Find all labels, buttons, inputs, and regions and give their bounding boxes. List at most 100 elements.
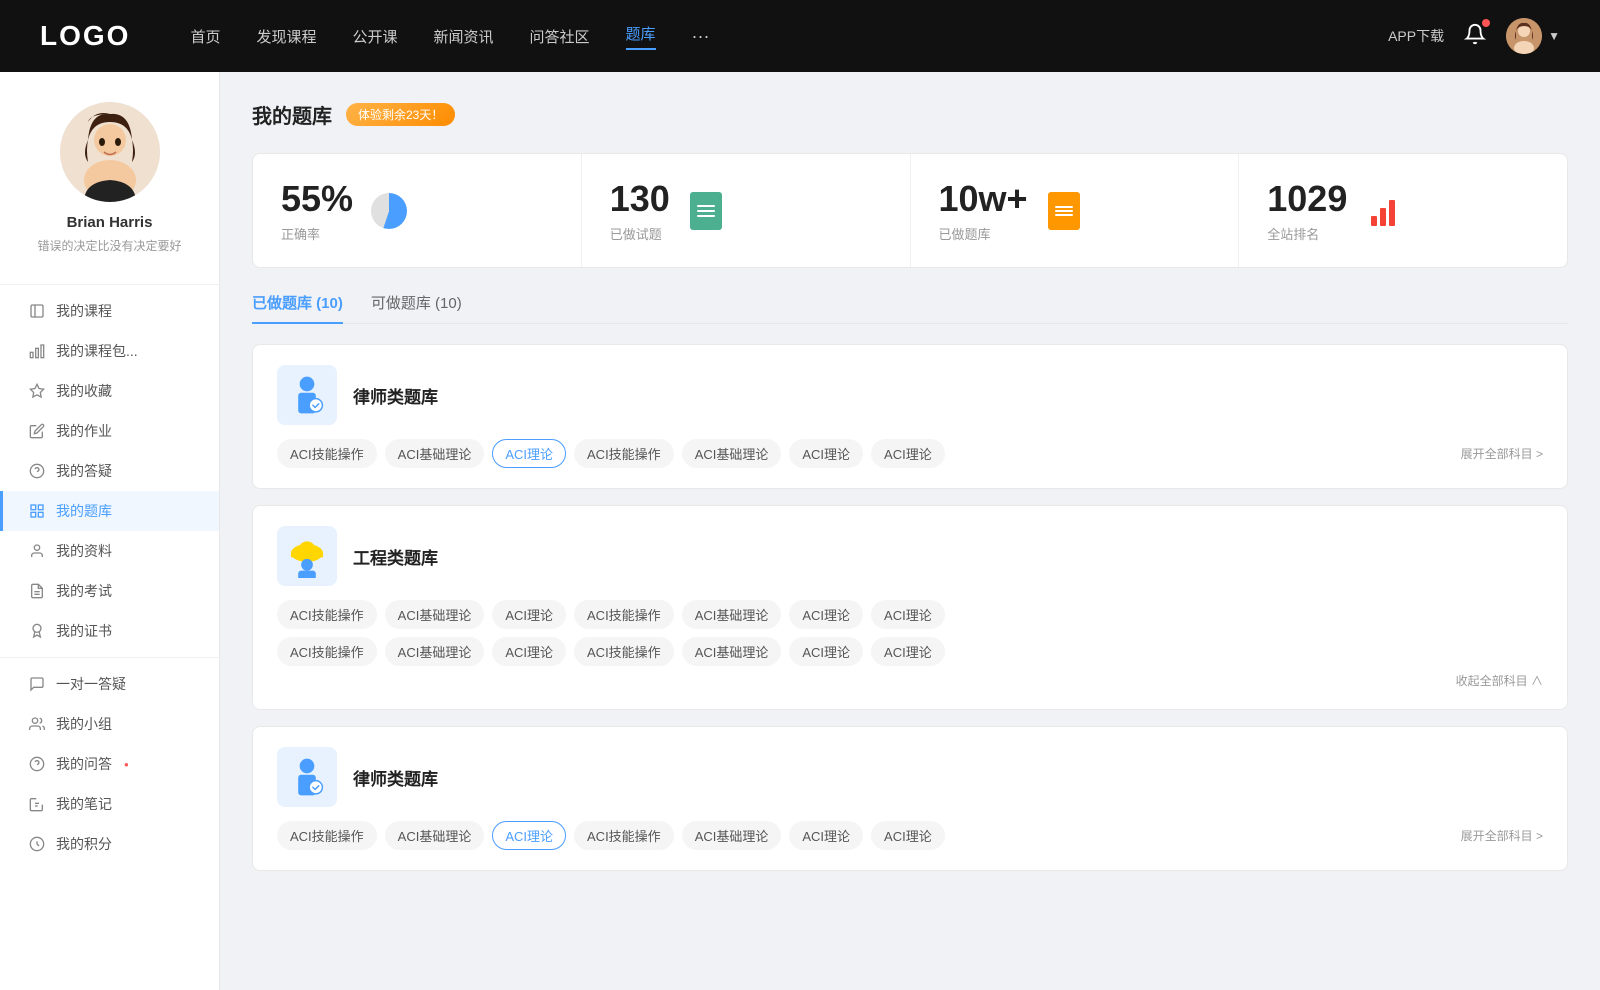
sidebar-item-my-course[interactable]: 我的课程 <box>0 291 219 331</box>
score-icon <box>28 835 46 853</box>
nav-qa[interactable]: 问答社区 <box>530 26 590 47</box>
sidebar-item-points[interactable]: 我的积分 <box>0 824 219 864</box>
sidebar-item-certificate[interactable]: 我的证书 <box>0 611 219 651</box>
header-right: APP下载 ▼ <box>1388 18 1560 54</box>
certificate-icon <box>28 622 46 640</box>
page-title: 我的题库 <box>252 100 332 129</box>
user-avatar-button[interactable]: ▼ <box>1506 18 1560 54</box>
main-nav: 首页 发现课程 公开课 新闻资讯 问答社区 题库 ··· <box>190 23 1388 50</box>
lawyer-icon-2 <box>277 747 337 807</box>
done-banks-icon <box>1044 191 1084 231</box>
tag-2-2[interactable]: ACI理论 <box>492 600 566 629</box>
tag-3-2[interactable]: ACI理论 <box>492 821 566 850</box>
tag-2-1[interactable]: ACI基础理论 <box>385 600 485 629</box>
tag-1-5[interactable]: ACI理论 <box>789 439 863 468</box>
qbank-card-2-header: 工程类题库 <box>277 526 1543 586</box>
stats-row: 55% 正确率 130 已做试题 <box>252 153 1568 268</box>
tab-done-banks[interactable]: 已做题库 (10) <box>252 292 343 323</box>
nav-qbank[interactable]: 题库 <box>626 23 656 50</box>
note-icon <box>28 795 46 813</box>
qbank-title-1: 律师类题库 <box>353 383 438 408</box>
tag-2-5[interactable]: ACI理论 <box>789 600 863 629</box>
tag-1-0[interactable]: ACI技能操作 <box>277 439 377 468</box>
tag-1-6[interactable]: ACI理论 <box>871 439 945 468</box>
profile-avatar <box>60 102 160 202</box>
stat-ranking-text: 1029 全站排名 <box>1267 178 1347 243</box>
done-questions-value: 130 <box>610 178 670 220</box>
page-title-row: 我的题库 体验剩余23天！ <box>252 100 1568 129</box>
tag-1-4[interactable]: ACI基础理论 <box>682 439 782 468</box>
tag-3-1[interactable]: ACI基础理论 <box>385 821 485 850</box>
tag-2b-0[interactable]: ACI技能操作 <box>277 637 377 666</box>
sidebar-item-questions[interactable]: 我的问答 ● <box>0 744 219 784</box>
sidebar-item-favorites[interactable]: 我的收藏 <box>0 371 219 411</box>
sidebar-item-profile[interactable]: 我的资料 <box>0 531 219 571</box>
tag-2-6[interactable]: ACI理论 <box>871 600 945 629</box>
tags-3: ACI技能操作 ACI基础理论 ACI理论 ACI技能操作 ACI基础理论 AC… <box>277 821 945 850</box>
ranking-label: 全站排名 <box>1267 224 1347 243</box>
chat-icon <box>28 675 46 693</box>
done-banks-value: 10w+ <box>939 178 1028 220</box>
sidebar-divider-2 <box>0 657 219 658</box>
nav-opencourse[interactable]: 公开课 <box>352 26 397 47</box>
tag-3-3[interactable]: ACI技能操作 <box>574 821 674 850</box>
expand-link-3[interactable]: 展开全部科目 > <box>1461 827 1543 844</box>
sidebar-item-exam[interactable]: 我的考试 <box>0 571 219 611</box>
tag-2b-3[interactable]: ACI技能操作 <box>574 637 674 666</box>
nav-home[interactable]: 首页 <box>190 26 220 47</box>
qbank-tags-row-2b: ACI技能操作 ACI基础理论 ACI理论 ACI技能操作 ACI基础理论 AC… <box>277 637 1543 666</box>
sidebar-item-1on1[interactable]: 一对一答疑 <box>0 664 219 704</box>
bar-chart-icon <box>28 342 46 360</box>
collapse-link-2[interactable]: 收起全部科目 ∧ <box>277 672 1543 689</box>
qbank-card-1-header: 律师类题库 <box>277 365 1543 425</box>
profile-name: Brian Harris <box>20 214 199 231</box>
nav-news[interactable]: 新闻资讯 <box>434 26 494 47</box>
accuracy-label: 正确率 <box>281 224 353 243</box>
tag-2b-6[interactable]: ACI理论 <box>871 637 945 666</box>
file-icon <box>28 302 46 320</box>
sidebar-item-qbank[interactable]: 我的题库 <box>0 491 219 531</box>
logo[interactable]: LOGO <box>40 20 130 52</box>
qbank-card-3: 律师类题库 ACI技能操作 ACI基础理论 ACI理论 ACI技能操作 ACI基… <box>252 726 1568 871</box>
sidebar-item-my-qa[interactable]: 我的答疑 <box>0 451 219 491</box>
engineer-icon <box>277 526 337 586</box>
sidebar-item-group[interactable]: 我的小组 <box>0 704 219 744</box>
ranking-value: 1029 <box>1267 178 1347 220</box>
tag-3-4[interactable]: ACI基础理论 <box>682 821 782 850</box>
tag-3-0[interactable]: ACI技能操作 <box>277 821 377 850</box>
qbank-title-3: 律师类题库 <box>353 765 438 790</box>
notification-bell[interactable] <box>1464 23 1486 50</box>
notification-badge <box>1482 19 1490 27</box>
trial-badge: 体验剩余23天！ <box>346 103 455 126</box>
app-download-link[interactable]: APP下载 <box>1388 26 1444 46</box>
lawyer-icon-1 <box>277 365 337 425</box>
tag-2-0[interactable]: ACI技能操作 <box>277 600 377 629</box>
user-menu-chevron: ▼ <box>1548 29 1560 43</box>
tag-1-2[interactable]: ACI理论 <box>492 439 566 468</box>
stat-done-questions-text: 130 已做试题 <box>610 178 670 243</box>
nav-more[interactable]: ··· <box>692 26 710 47</box>
stat-done-banks-text: 10w+ 已做题库 <box>939 178 1028 243</box>
tag-3-5[interactable]: ACI理论 <box>789 821 863 850</box>
doc-green-icon <box>690 192 722 230</box>
tag-2b-2[interactable]: ACI理论 <box>492 637 566 666</box>
tag-2-4[interactable]: ACI基础理论 <box>682 600 782 629</box>
tag-1-3[interactable]: ACI技能操作 <box>574 439 674 468</box>
sidebar-item-homework[interactable]: 我的作业 <box>0 411 219 451</box>
tag-2b-4[interactable]: ACI基础理论 <box>682 637 782 666</box>
nav-discover[interactable]: 发现课程 <box>256 26 316 47</box>
sidebar-divider-1 <box>0 284 219 285</box>
tag-2b-5[interactable]: ACI理论 <box>789 637 863 666</box>
qbank-card-3-header: 律师类题库 <box>277 747 1543 807</box>
accuracy-value: 55% <box>281 178 353 220</box>
tag-1-1[interactable]: ACI基础理论 <box>385 439 485 468</box>
qbank-tags-row-2: ACI技能操作 ACI基础理论 ACI理论 ACI技能操作 ACI基础理论 AC… <box>277 600 1543 629</box>
sidebar-item-course-pack[interactable]: 我的课程包... <box>0 331 219 371</box>
sidebar: Brian Harris 错误的决定比没有决定要好 我的课程 我的课程包... … <box>0 72 220 990</box>
tag-3-6[interactable]: ACI理论 <box>871 821 945 850</box>
expand-link-1[interactable]: 展开全部科目 > <box>1461 445 1543 462</box>
sidebar-item-notes[interactable]: 我的笔记 <box>0 784 219 824</box>
tag-2b-1[interactable]: ACI基础理论 <box>385 637 485 666</box>
tag-2-3[interactable]: ACI技能操作 <box>574 600 674 629</box>
tab-available-banks[interactable]: 可做题库 (10) <box>371 292 462 323</box>
